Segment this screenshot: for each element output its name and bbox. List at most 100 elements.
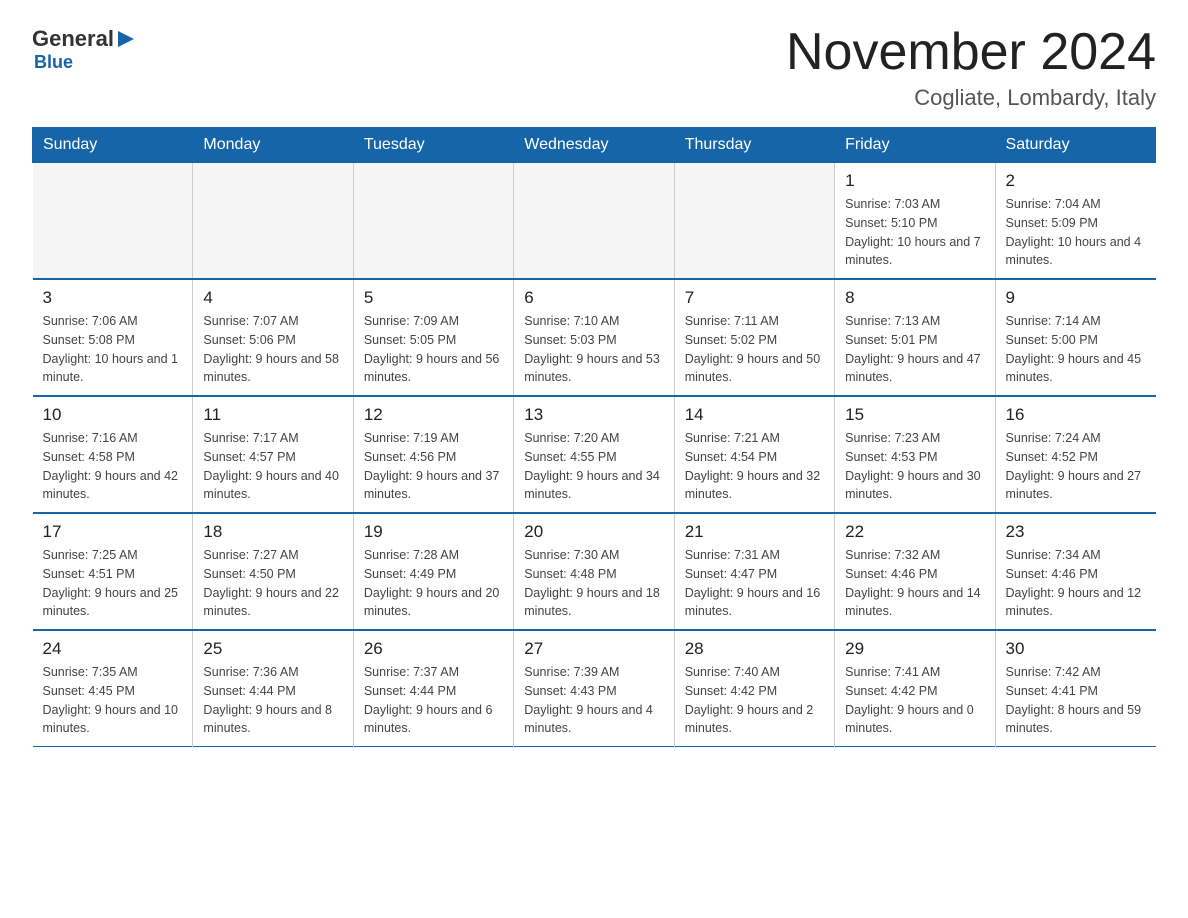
calendar-cell: 14Sunrise: 7:21 AM Sunset: 4:54 PM Dayli… — [674, 396, 834, 513]
calendar-cell: 10 Sunrise: 7:16 AM Sunset: 4:58 PM Dayli… — [33, 396, 193, 513]
location-title: Cogliate, Lombardy, Italy — [786, 85, 1156, 111]
logo-flag-icon — [116, 29, 136, 49]
calendar-cell: 15 Sunrise: 7:23 AM Sunset: 4:53 PM Dayli… — [835, 396, 995, 513]
day-info: Sunrise: 7:36 AM Sunset: 4:44 PM Dayligh… — [203, 663, 342, 738]
day-info: Sunrise: 7:37 AM Sunset: 4:44 PM Dayligh… — [364, 663, 503, 738]
day-info: Sunrise: 7:35 AM Sunset: 4:45 PM Dayligh… — [43, 663, 183, 738]
day-number: 21 — [685, 522, 824, 542]
calendar-cell: 7Sunrise: 7:11 AM Sunset: 5:02 PM Daylig… — [674, 279, 834, 396]
day-info: Sunrise: 7:06 AM Sunset: 5:08 PM Dayligh… — [43, 312, 183, 387]
day-number: 14 — [685, 405, 824, 425]
day-number: 15 — [845, 405, 984, 425]
logo-general-text: General — [32, 28, 114, 50]
calendar-cell: 18 Sunrise: 7:27 AM Sunset: 4:50 PM Dayli… — [193, 513, 353, 630]
calendar-cell: 21 Sunrise: 7:31 AM Sunset: 4:47 PM Dayli… — [674, 513, 834, 630]
day-number: 1 — [845, 171, 984, 191]
day-number: 29 — [845, 639, 984, 659]
day-info: Sunrise: 7:28 AM Sunset: 4:49 PM Dayligh… — [364, 546, 503, 621]
calendar-cell: 11 Sunrise: 7:17 AM Sunset: 4:57 PM Dayli… — [193, 396, 353, 513]
calendar-cell: 9 Sunrise: 7:14 AM Sunset: 5:00 PM Daylig… — [995, 279, 1155, 396]
calendar-week-2: 3Sunrise: 7:06 AM Sunset: 5:08 PM Daylig… — [33, 279, 1156, 396]
day-info: Sunrise: 7:24 AM Sunset: 4:52 PM Dayligh… — [1006, 429, 1146, 504]
day-number: 4 — [203, 288, 342, 308]
day-info: Sunrise: 7:41 AM Sunset: 4:42 PM Dayligh… — [845, 663, 984, 738]
calendar-cell: 26Sunrise: 7:37 AM Sunset: 4:44 PM Dayli… — [353, 630, 513, 747]
day-number: 16 — [1006, 405, 1146, 425]
day-info: Sunrise: 7:39 AM Sunset: 4:43 PM Dayligh… — [524, 663, 663, 738]
weekday-header-saturday: Saturday — [995, 128, 1155, 163]
calendar-cell: 12 Sunrise: 7:19 AM Sunset: 4:56 PM Dayli… — [353, 396, 513, 513]
day-number: 9 — [1006, 288, 1146, 308]
calendar-cell: 13 Sunrise: 7:20 AM Sunset: 4:55 PM Dayli… — [514, 396, 674, 513]
day-info: Sunrise: 7:04 AM Sunset: 5:09 PM Dayligh… — [1006, 195, 1146, 270]
page: General Blue November 2024 Cogliate, Lom… — [0, 0, 1188, 779]
day-number: 6 — [524, 288, 663, 308]
day-number: 5 — [364, 288, 503, 308]
day-info: Sunrise: 7:34 AM Sunset: 4:46 PM Dayligh… — [1006, 546, 1146, 621]
day-info: Sunrise: 7:20 AM Sunset: 4:55 PM Dayligh… — [524, 429, 663, 504]
logo-wordmark: General — [32, 28, 136, 50]
day-info: Sunrise: 7:09 AM Sunset: 5:05 PM Dayligh… — [364, 312, 503, 387]
calendar-cell: 17 Sunrise: 7:25 AM Sunset: 4:51 PM Dayli… — [33, 513, 193, 630]
calendar-cell: 30 Sunrise: 7:42 AM Sunset: 4:41 PM Dayli… — [995, 630, 1155, 747]
day-info: Sunrise: 7:40 AM Sunset: 4:42 PM Dayligh… — [685, 663, 824, 738]
weekday-header-monday: Monday — [193, 128, 353, 163]
month-title: November 2024 — [786, 24, 1156, 81]
calendar-cell — [353, 163, 513, 280]
day-number: 11 — [203, 405, 342, 425]
calendar-cell — [514, 163, 674, 280]
day-info: Sunrise: 7:23 AM Sunset: 4:53 PM Dayligh… — [845, 429, 984, 504]
calendar-table: SundayMondayTuesdayWednesdayThursdayFrid… — [32, 127, 1156, 747]
calendar-week-5: 24Sunrise: 7:35 AM Sunset: 4:45 PM Dayli… — [33, 630, 1156, 747]
day-number: 12 — [364, 405, 503, 425]
weekday-header-wednesday: Wednesday — [514, 128, 674, 163]
day-info: Sunrise: 7:42 AM Sunset: 4:41 PM Dayligh… — [1006, 663, 1146, 738]
calendar-cell: 2Sunrise: 7:04 AM Sunset: 5:09 PM Daylig… — [995, 163, 1155, 280]
day-info: Sunrise: 7:31 AM Sunset: 4:47 PM Dayligh… — [685, 546, 824, 621]
calendar-cell — [33, 163, 193, 280]
day-info: Sunrise: 7:14 AM Sunset: 5:00 PM Dayligh… — [1006, 312, 1146, 387]
day-number: 19 — [364, 522, 503, 542]
day-number: 13 — [524, 405, 663, 425]
calendar-cell — [193, 163, 353, 280]
day-info: Sunrise: 7:32 AM Sunset: 4:46 PM Dayligh… — [845, 546, 984, 621]
calendar-cell: 4 Sunrise: 7:07 AM Sunset: 5:06 PM Daylig… — [193, 279, 353, 396]
calendar-cell: 25 Sunrise: 7:36 AM Sunset: 4:44 PM Dayli… — [193, 630, 353, 747]
day-number: 8 — [845, 288, 984, 308]
calendar-cell: 16 Sunrise: 7:24 AM Sunset: 4:52 PM Dayli… — [995, 396, 1155, 513]
calendar-cell: 20Sunrise: 7:30 AM Sunset: 4:48 PM Dayli… — [514, 513, 674, 630]
day-info: Sunrise: 7:25 AM Sunset: 4:51 PM Dayligh… — [43, 546, 183, 621]
day-info: Sunrise: 7:16 AM Sunset: 4:58 PM Dayligh… — [43, 429, 183, 504]
calendar-cell: 23 Sunrise: 7:34 AM Sunset: 4:46 PM Dayli… — [995, 513, 1155, 630]
day-number: 10 — [43, 405, 183, 425]
day-number: 30 — [1006, 639, 1146, 659]
day-number: 22 — [845, 522, 984, 542]
calendar-cell: 8 Sunrise: 7:13 AM Sunset: 5:01 PM Daylig… — [835, 279, 995, 396]
calendar-week-1: 1Sunrise: 7:03 AM Sunset: 5:10 PM Daylig… — [33, 163, 1156, 280]
calendar-cell: 5 Sunrise: 7:09 AM Sunset: 5:05 PM Daylig… — [353, 279, 513, 396]
calendar-cell: 29 Sunrise: 7:41 AM Sunset: 4:42 PM Dayli… — [835, 630, 995, 747]
day-info: Sunrise: 7:07 AM Sunset: 5:06 PM Dayligh… — [203, 312, 342, 387]
day-info: Sunrise: 7:27 AM Sunset: 4:50 PM Dayligh… — [203, 546, 342, 621]
weekday-header-friday: Friday — [835, 128, 995, 163]
calendar-cell: 22 Sunrise: 7:32 AM Sunset: 4:46 PM Dayli… — [835, 513, 995, 630]
day-number: 23 — [1006, 522, 1146, 542]
logo-blue-text: Blue — [34, 52, 73, 73]
header-row: SundayMondayTuesdayWednesdayThursdayFrid… — [33, 128, 1156, 163]
day-info: Sunrise: 7:17 AM Sunset: 4:57 PM Dayligh… — [203, 429, 342, 504]
calendar-cell: 1Sunrise: 7:03 AM Sunset: 5:10 PM Daylig… — [835, 163, 995, 280]
day-number: 20 — [524, 522, 663, 542]
calendar-week-4: 17 Sunrise: 7:25 AM Sunset: 4:51 PM Dayli… — [33, 513, 1156, 630]
day-number: 17 — [43, 522, 183, 542]
calendar-cell: 6 Sunrise: 7:10 AM Sunset: 5:03 PM Daylig… — [514, 279, 674, 396]
day-info: Sunrise: 7:19 AM Sunset: 4:56 PM Dayligh… — [364, 429, 503, 504]
header: General Blue November 2024 Cogliate, Lom… — [32, 24, 1156, 111]
day-info: Sunrise: 7:11 AM Sunset: 5:02 PM Dayligh… — [685, 312, 824, 387]
calendar-week-3: 10 Sunrise: 7:16 AM Sunset: 4:58 PM Dayli… — [33, 396, 1156, 513]
calendar-cell — [674, 163, 834, 280]
day-info: Sunrise: 7:10 AM Sunset: 5:03 PM Dayligh… — [524, 312, 663, 387]
day-info: Sunrise: 7:13 AM Sunset: 5:01 PM Dayligh… — [845, 312, 984, 387]
title-block: November 2024 Cogliate, Lombardy, Italy — [786, 24, 1156, 111]
day-number: 25 — [203, 639, 342, 659]
day-number: 18 — [203, 522, 342, 542]
